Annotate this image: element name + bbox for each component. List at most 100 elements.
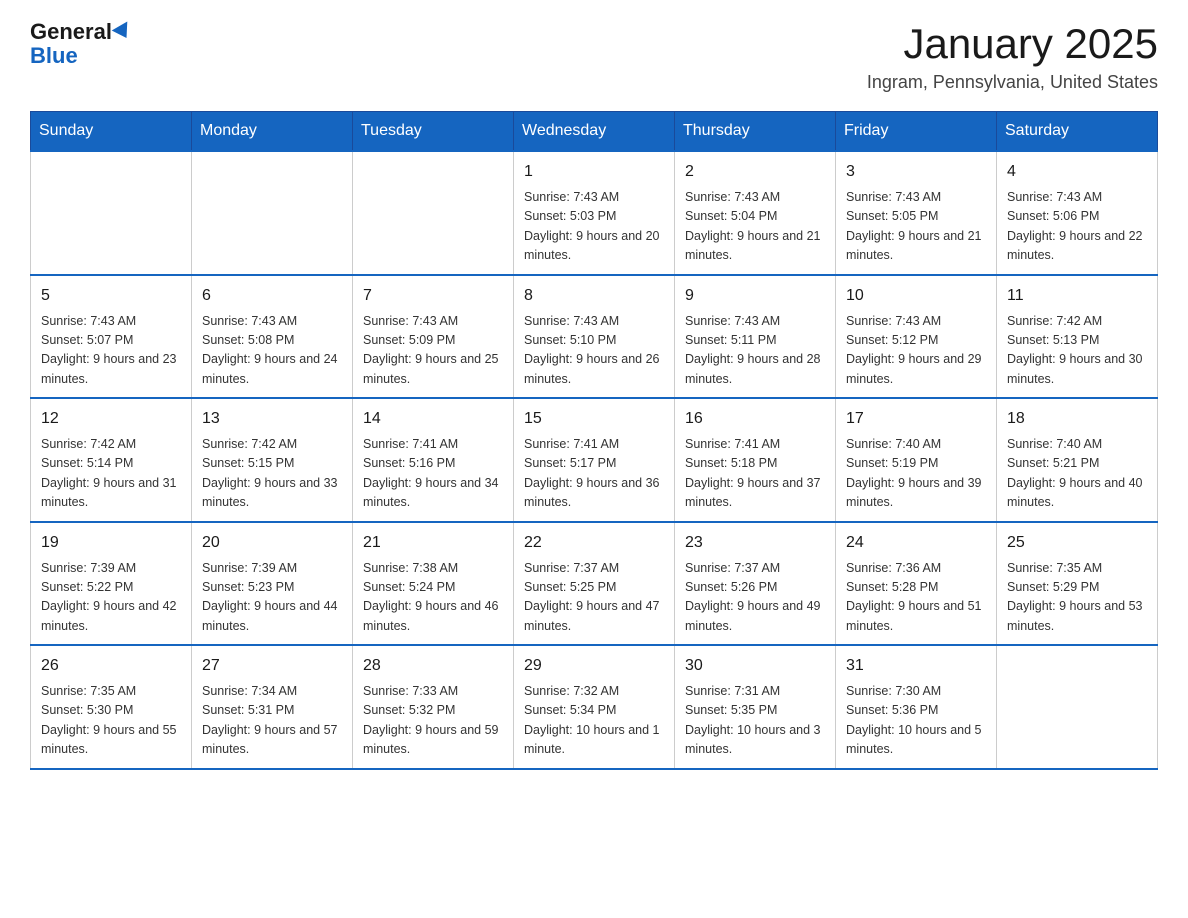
calendar-header-friday: Friday <box>836 112 997 152</box>
calendar-header-sunday: Sunday <box>31 112 192 152</box>
cell-day-number: 25 <box>1007 531 1147 555</box>
cell-day-number: 23 <box>685 531 825 555</box>
cell-day-number: 29 <box>524 654 664 678</box>
cell-info-text: Sunrise: 7:41 AM Sunset: 5:18 PM Dayligh… <box>685 435 825 513</box>
logo: General Blue <box>30 20 132 68</box>
calendar-header-saturday: Saturday <box>997 112 1158 152</box>
calendar-week-row: 1Sunrise: 7:43 AM Sunset: 5:03 PM Daylig… <box>31 151 1158 275</box>
cell-day-number: 28 <box>363 654 503 678</box>
cell-info-text: Sunrise: 7:39 AM Sunset: 5:22 PM Dayligh… <box>41 559 181 637</box>
cell-day-number: 22 <box>524 531 664 555</box>
cell-info-text: Sunrise: 7:43 AM Sunset: 5:09 PM Dayligh… <box>363 312 503 390</box>
calendar-cell: 12 Sunrise: 7:42 AM Sunset: 5:14 PM Dayli… <box>31 398 192 522</box>
calendar-cell: 2 Sunrise: 7:43 AM Sunset: 5:04 PM Daylig… <box>675 151 836 275</box>
cell-day-number: 21 <box>363 531 503 555</box>
calendar-cell: 29Sunrise: 7:32 AM Sunset: 5:34 PM Dayli… <box>514 645 675 769</box>
cell-day-number: 5 <box>41 284 181 308</box>
calendar-cell: 7 Sunrise: 7:43 AM Sunset: 5:09 PM Daylig… <box>353 275 514 399</box>
calendar-cell: 18 Sunrise: 7:40 AM Sunset: 5:21 PM Dayli… <box>997 398 1158 522</box>
calendar-week-row: 5 Sunrise: 7:43 AM Sunset: 5:07 PM Daylig… <box>31 275 1158 399</box>
calendar-cell: 16 Sunrise: 7:41 AM Sunset: 5:18 PM Dayli… <box>675 398 836 522</box>
calendar-table: SundayMondayTuesdayWednesdayThursdayFrid… <box>30 111 1158 770</box>
cell-info-text: Sunrise: 7:43 AM Sunset: 5:04 PM Dayligh… <box>685 188 825 266</box>
calendar-cell: 31Sunrise: 7:30 AM Sunset: 5:36 PM Dayli… <box>836 645 997 769</box>
calendar-week-row: 12 Sunrise: 7:42 AM Sunset: 5:14 PM Dayli… <box>31 398 1158 522</box>
calendar-cell: 8 Sunrise: 7:43 AM Sunset: 5:10 PM Daylig… <box>514 275 675 399</box>
logo-triangle-icon <box>112 22 135 43</box>
calendar-cell: 10 Sunrise: 7:43 AM Sunset: 5:12 PM Dayli… <box>836 275 997 399</box>
cell-info-text: Sunrise: 7:43 AM Sunset: 5:06 PM Dayligh… <box>1007 188 1147 266</box>
cell-day-number: 2 <box>685 160 825 184</box>
calendar-cell: 24 Sunrise: 7:36 AM Sunset: 5:28 PM Dayli… <box>836 522 997 646</box>
cell-day-number: 26 <box>41 654 181 678</box>
cell-day-number: 7 <box>363 284 503 308</box>
calendar-cell: 6 Sunrise: 7:43 AM Sunset: 5:08 PM Daylig… <box>192 275 353 399</box>
calendar-cell: 30 Sunrise: 7:31 AM Sunset: 5:35 PM Dayli… <box>675 645 836 769</box>
cell-info-text: Sunrise: 7:43 AM Sunset: 5:05 PM Dayligh… <box>846 188 986 266</box>
calendar-cell: 3 Sunrise: 7:43 AM Sunset: 5:05 PM Daylig… <box>836 151 997 275</box>
cell-info-text: Sunrise: 7:36 AM Sunset: 5:28 PM Dayligh… <box>846 559 986 637</box>
cell-day-number: 1 <box>524 160 664 184</box>
cell-info-text: Sunrise: 7:40 AM Sunset: 5:21 PM Dayligh… <box>1007 435 1147 513</box>
calendar-cell: 25 Sunrise: 7:35 AM Sunset: 5:29 PM Dayli… <box>997 522 1158 646</box>
cell-day-number: 6 <box>202 284 342 308</box>
calendar-cell <box>31 151 192 275</box>
cell-day-number: 30 <box>685 654 825 678</box>
calendar-header-wednesday: Wednesday <box>514 112 675 152</box>
cell-info-text: Sunrise: 7:31 AM Sunset: 5:35 PM Dayligh… <box>685 682 825 760</box>
cell-day-number: 12 <box>41 407 181 431</box>
cell-day-number: 14 <box>363 407 503 431</box>
calendar-cell <box>192 151 353 275</box>
cell-day-number: 19 <box>41 531 181 555</box>
cell-day-number: 17 <box>846 407 986 431</box>
calendar-cell <box>353 151 514 275</box>
logo-blue-text: Blue <box>30 44 78 68</box>
cell-info-text: Sunrise: 7:43 AM Sunset: 5:08 PM Dayligh… <box>202 312 342 390</box>
cell-day-number: 15 <box>524 407 664 431</box>
calendar-cell <box>997 645 1158 769</box>
cell-day-number: 10 <box>846 284 986 308</box>
cell-info-text: Sunrise: 7:43 AM Sunset: 5:07 PM Dayligh… <box>41 312 181 390</box>
cell-info-text: Sunrise: 7:37 AM Sunset: 5:25 PM Dayligh… <box>524 559 664 637</box>
calendar-header-thursday: Thursday <box>675 112 836 152</box>
cell-info-text: Sunrise: 7:43 AM Sunset: 5:10 PM Dayligh… <box>524 312 664 390</box>
calendar-cell: 15 Sunrise: 7:41 AM Sunset: 5:17 PM Dayli… <box>514 398 675 522</box>
cell-info-text: Sunrise: 7:35 AM Sunset: 5:29 PM Dayligh… <box>1007 559 1147 637</box>
cell-day-number: 20 <box>202 531 342 555</box>
page-header: General Blue January 2025 Ingram, Pennsy… <box>30 20 1158 93</box>
cell-info-text: Sunrise: 7:42 AM Sunset: 5:14 PM Dayligh… <box>41 435 181 513</box>
calendar-cell: 19 Sunrise: 7:39 AM Sunset: 5:22 PM Dayli… <box>31 522 192 646</box>
cell-day-number: 9 <box>685 284 825 308</box>
cell-info-text: Sunrise: 7:43 AM Sunset: 5:12 PM Dayligh… <box>846 312 986 390</box>
calendar-cell: 23Sunrise: 7:37 AM Sunset: 5:26 PM Dayli… <box>675 522 836 646</box>
calendar-week-row: 19 Sunrise: 7:39 AM Sunset: 5:22 PM Dayli… <box>31 522 1158 646</box>
cell-info-text: Sunrise: 7:38 AM Sunset: 5:24 PM Dayligh… <box>363 559 503 637</box>
calendar-cell: 27 Sunrise: 7:34 AM Sunset: 5:31 PM Dayli… <box>192 645 353 769</box>
cell-info-text: Sunrise: 7:40 AM Sunset: 5:19 PM Dayligh… <box>846 435 986 513</box>
calendar-header-row: SundayMondayTuesdayWednesdayThursdayFrid… <box>31 112 1158 152</box>
cell-day-number: 27 <box>202 654 342 678</box>
calendar-cell: 1Sunrise: 7:43 AM Sunset: 5:03 PM Daylig… <box>514 151 675 275</box>
calendar-cell: 5 Sunrise: 7:43 AM Sunset: 5:07 PM Daylig… <box>31 275 192 399</box>
cell-day-number: 3 <box>846 160 986 184</box>
calendar-header-tuesday: Tuesday <box>353 112 514 152</box>
cell-info-text: Sunrise: 7:41 AM Sunset: 5:16 PM Dayligh… <box>363 435 503 513</box>
cell-day-number: 11 <box>1007 284 1147 308</box>
cell-day-number: 18 <box>1007 407 1147 431</box>
cell-info-text: Sunrise: 7:41 AM Sunset: 5:17 PM Dayligh… <box>524 435 664 513</box>
calendar-cell: 21 Sunrise: 7:38 AM Sunset: 5:24 PM Dayli… <box>353 522 514 646</box>
cell-info-text: Sunrise: 7:42 AM Sunset: 5:15 PM Dayligh… <box>202 435 342 513</box>
calendar-cell: 14 Sunrise: 7:41 AM Sunset: 5:16 PM Dayli… <box>353 398 514 522</box>
cell-info-text: Sunrise: 7:34 AM Sunset: 5:31 PM Dayligh… <box>202 682 342 760</box>
cell-info-text: Sunrise: 7:42 AM Sunset: 5:13 PM Dayligh… <box>1007 312 1147 390</box>
calendar-cell: 4Sunrise: 7:43 AM Sunset: 5:06 PM Daylig… <box>997 151 1158 275</box>
cell-day-number: 24 <box>846 531 986 555</box>
calendar-cell: 26Sunrise: 7:35 AM Sunset: 5:30 PM Dayli… <box>31 645 192 769</box>
cell-day-number: 13 <box>202 407 342 431</box>
cell-day-number: 8 <box>524 284 664 308</box>
cell-day-number: 16 <box>685 407 825 431</box>
calendar-cell: 17 Sunrise: 7:40 AM Sunset: 5:19 PM Dayli… <box>836 398 997 522</box>
calendar-week-row: 26Sunrise: 7:35 AM Sunset: 5:30 PM Dayli… <box>31 645 1158 769</box>
calendar-title: January 2025 <box>867 20 1158 68</box>
logo-general-text: General <box>30 20 112 44</box>
